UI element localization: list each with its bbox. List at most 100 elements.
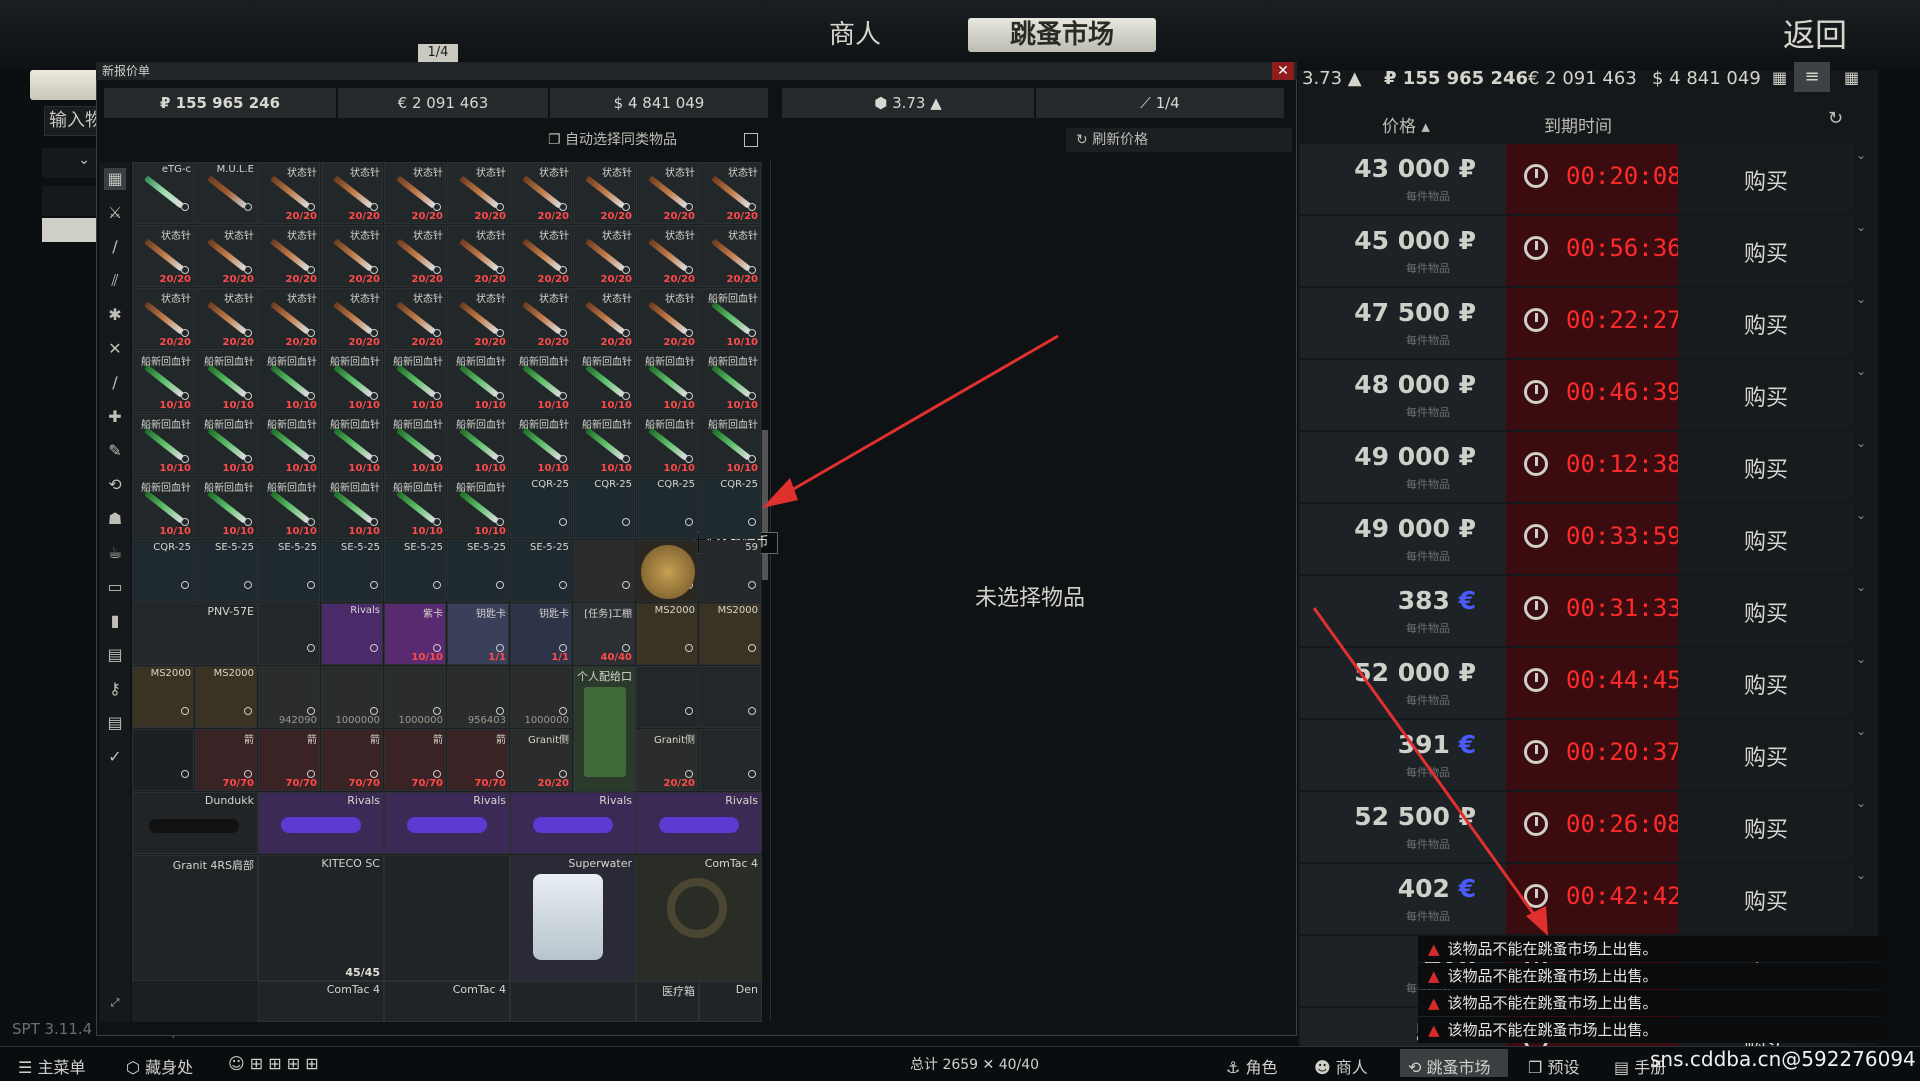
buy-button[interactable]: 购买: [1678, 668, 1854, 700]
inventory-item[interactable]: PNV-57E: [132, 603, 258, 665]
chevron-down-icon[interactable]: ⌄: [1856, 292, 1868, 306]
inventory-cell[interactable]: Granit侧 20/20: [636, 729, 698, 791]
inventory-cell[interactable]: 状态针 20/20: [258, 288, 320, 350]
inventory-cell[interactable]: 状态针 20/20: [447, 162, 509, 224]
auto-select-similar[interactable]: ❐ 自动选择同类物品: [548, 128, 760, 152]
inventory-cell[interactable]: 船新回血针 10/10: [384, 414, 446, 476]
inventory-cell[interactable]: 状态针 20/20: [384, 162, 446, 224]
inventory-cell[interactable]: SE-5-25: [195, 540, 257, 602]
inventory-cell[interactable]: [699, 666, 761, 728]
chevron-down-icon[interactable]: ⌄: [1856, 796, 1868, 810]
inventory-cell[interactable]: SE-5-25: [258, 540, 320, 602]
buy-button[interactable]: 购买: [1678, 740, 1854, 772]
inventory-cell[interactable]: 状态针 20/20: [132, 288, 194, 350]
inventory-cell[interactable]: 状态针 20/20: [258, 162, 320, 224]
inventory-cell[interactable]: 状态针 20/20: [510, 225, 572, 287]
food-icon[interactable]: ☕: [104, 542, 126, 564]
inventory-cell[interactable]: [636, 540, 698, 602]
inventory-cell[interactable]: 船新回血针 10/10: [699, 288, 761, 350]
knife-icon[interactable]: ∕: [104, 236, 126, 258]
inventory-cell[interactable]: 状态针 20/20: [258, 225, 320, 287]
inventory-cell[interactable]: 状态针 20/20: [573, 225, 635, 287]
document-icon[interactable]: ▤: [104, 712, 126, 734]
inventory-cell[interactable]: MS2000: [636, 603, 698, 665]
inventory-cell[interactable]: 船新回血针 10/10: [447, 414, 509, 476]
inventory-cell[interactable]: 942090: [258, 666, 320, 728]
refresh-icon[interactable]: ↻: [1828, 108, 1843, 129]
buy-button[interactable]: 购买: [1678, 596, 1854, 628]
inventory-item[interactable]: ComTac 4: [384, 981, 510, 1022]
inventory-cell[interactable]: 船新回血针 10/10: [195, 351, 257, 413]
inventory-item[interactable]: Rivals: [510, 792, 636, 854]
weapon-icon[interactable]: ⚔: [104, 202, 126, 224]
buy-button[interactable]: 购买: [1678, 380, 1854, 412]
hideout-button[interactable]: ⬡ 藏身处: [126, 1054, 193, 1078]
inventory-cell[interactable]: 船新回血针 10/10: [510, 414, 572, 476]
inventory-cell[interactable]: 状态针 20/20: [195, 288, 257, 350]
inventory-cell[interactable]: 状态针 20/20: [636, 162, 698, 224]
inventory-cell[interactable]: 箭 70/70: [321, 729, 383, 791]
inventory-cell[interactable]: 船新回血针 10/10: [132, 351, 194, 413]
inventory-cell[interactable]: 箭 70/70: [258, 729, 320, 791]
inventory-cell[interactable]: 船新回血针 10/10: [384, 477, 446, 539]
inventory-cell[interactable]: 状态针 20/20: [195, 225, 257, 287]
chevron-down-icon[interactable]: ⌄: [1856, 508, 1868, 522]
chevron-down-icon[interactable]: ⌄: [1856, 652, 1868, 666]
nav-traders-tab[interactable]: 商人: [810, 18, 900, 52]
syringe-icon[interactable]: ✎: [104, 440, 126, 462]
inventory-item[interactable]: Den: [699, 981, 762, 1022]
inventory-cell[interactable]: MS2000: [699, 603, 761, 665]
inventory-cell[interactable]: CQR-25: [699, 477, 761, 539]
inventory-item[interactable]: Superwater: [510, 855, 636, 981]
inventory-cell[interactable]: M.U.L.E: [195, 162, 257, 224]
inventory-item[interactable]: [510, 981, 636, 1022]
inventory-cell[interactable]: 状态针 20/20: [384, 288, 446, 350]
inventory-item[interactable]: Rivals: [384, 792, 510, 854]
chevron-down-icon[interactable]: ⌄: [1856, 868, 1868, 882]
inventory-cell[interactable]: 1000000: [384, 666, 446, 728]
inventory-cell[interactable]: CQR-25: [510, 477, 572, 539]
mod-icon[interactable]: ✱: [104, 304, 126, 326]
inventory-cell[interactable]: 箭 70/70: [384, 729, 446, 791]
inventory-item[interactable]: 医疗箱: [636, 981, 699, 1022]
inventory-cell[interactable]: 船新回血针 10/10: [510, 351, 572, 413]
inventory-item[interactable]: ComTac 4: [636, 855, 762, 981]
inventory-cell[interactable]: 钥匙卡 1/1: [447, 603, 509, 665]
inventory-item[interactable]: Granit 4RS肩部: [132, 855, 258, 981]
inventory-cell[interactable]: 钥匙卡 1/1: [510, 603, 572, 665]
inventory-cell[interactable]: 船新回血针 10/10: [321, 477, 383, 539]
inventory-cell[interactable]: 船新回血针 10/10: [636, 414, 698, 476]
grid-view-icon[interactable]: ▦: [1772, 68, 1787, 87]
throwable-icon[interactable]: ∕: [104, 372, 126, 394]
inventory-cell[interactable]: 1000000: [510, 666, 572, 728]
inventory-cell[interactable]: 船新回血针 10/10: [195, 414, 257, 476]
inventory-item[interactable]: [384, 855, 510, 981]
inventory-cell[interactable]: 船新回血针 10/10: [258, 351, 320, 413]
main-menu-button[interactable]: ☰ 主菜单: [18, 1054, 85, 1078]
chevron-down-icon[interactable]: ⌄: [1856, 220, 1868, 234]
left-dropdown[interactable]: ⌄: [42, 148, 96, 178]
chevron-down-icon[interactable]: ⌄: [1856, 580, 1868, 594]
chevron-down-icon[interactable]: ⌄: [1856, 724, 1868, 738]
inventory-cell[interactable]: [258, 603, 320, 665]
inventory-item[interactable]: 个人配给口: [573, 666, 636, 792]
quest-icon[interactable]: ✓: [104, 746, 126, 768]
inventory-cell[interactable]: 船新回血针 10/10: [447, 477, 509, 539]
inventory-cell[interactable]: CQR-25: [132, 540, 194, 602]
inventory-item[interactable]: ComTac 4: [258, 981, 384, 1022]
inventory-cell[interactable]: 状态针 20/20: [321, 162, 383, 224]
inventory-cell[interactable]: 船新回血针 10/10: [699, 414, 761, 476]
inventory-cell[interactable]: SE-5-25: [510, 540, 572, 602]
inventory-cell[interactable]: [636, 666, 698, 728]
inventory-cell[interactable]: 船新回血针 10/10: [384, 351, 446, 413]
nav-flea-market-tab[interactable]: 跳蚤市场: [968, 18, 1156, 52]
inventory-cell[interactable]: 状态针 20/20: [384, 225, 446, 287]
chevron-down-icon[interactable]: ⌄: [1856, 436, 1868, 450]
inventory-cell[interactable]: 状态针 20/20: [573, 162, 635, 224]
inventory-item[interactable]: [573, 729, 575, 731]
inventory-cell[interactable]: 船新回血针 10/10: [258, 477, 320, 539]
flea-market-button[interactable]: ⟲ 跳蚤市场: [1408, 1054, 1491, 1078]
buy-button[interactable]: 购买: [1678, 524, 1854, 556]
inventory-cell[interactable]: 船新回血针 10/10: [573, 414, 635, 476]
inventory-cell[interactable]: 船新回血针 10/10: [321, 351, 383, 413]
